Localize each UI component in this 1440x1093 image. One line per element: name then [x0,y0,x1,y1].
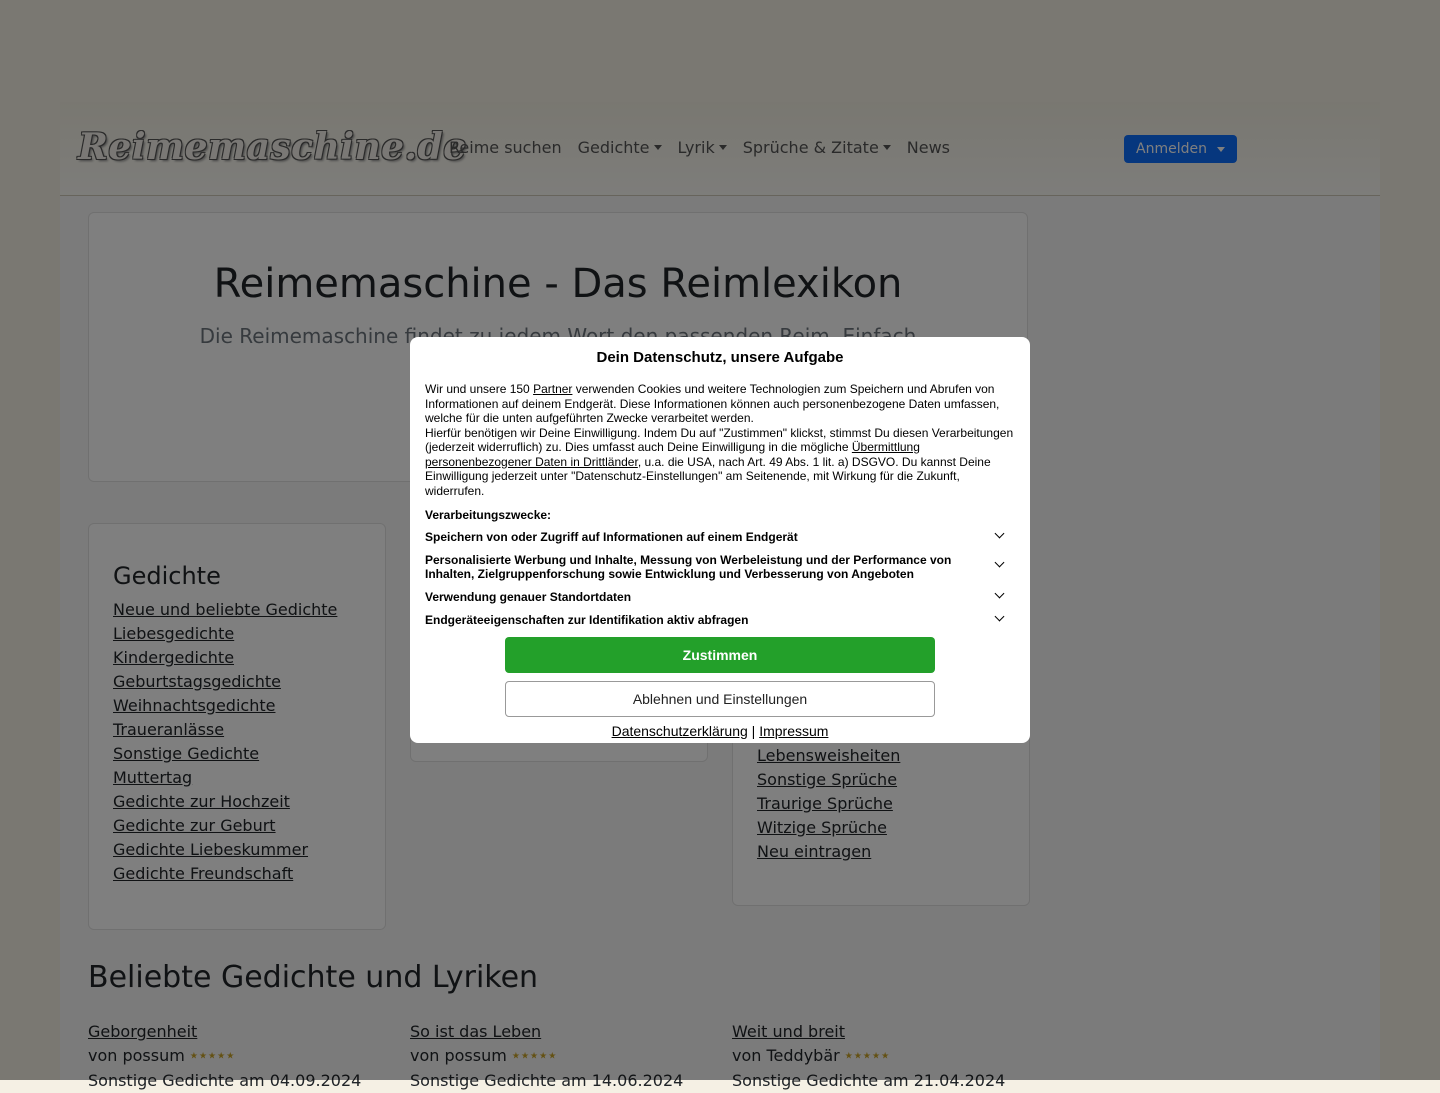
purpose-item[interactable]: Personalisierte Werbung und Inhalte, Mes… [425,553,1015,581]
purpose-item[interactable]: Endgeräteeigenschaften zur Identifikatio… [425,611,1015,627]
consent-text-2: Hierfür benötigen wir Deine Einwilligung… [425,426,1015,499]
purpose-item[interactable]: Speichern von oder Zugriff auf Informati… [425,528,1015,544]
purposes-label: Verarbeitungszwecke: [425,508,552,522]
purpose-label: Personalisierte Werbung und Inhalte, Mes… [425,553,952,581]
decline-settings-button[interactable]: Ablehnen und Einstellungen [505,681,935,717]
privacy-link[interactable]: Datenschutzerklärung [612,723,748,739]
consent-text-1: Wir und unsere 150 Partner verwenden Coo… [425,382,1015,426]
consent-title: Dein Datenschutz, unsere Aufgabe [596,349,844,366]
separator: | [751,723,756,739]
purpose-item[interactable]: Verwendung genauer Standortdaten [425,588,1015,604]
purpose-label: Endgeräteeigenschaften zur Identifikatio… [425,613,749,627]
consent-dialog: Dein Datenschutz, unsere Aufgabe Wir und… [410,337,1030,743]
partner-link[interactable]: Partner [533,382,572,396]
chevron-down-icon[interactable] [994,588,1005,599]
text: Hierfür benötigen wir Deine Einwilligung… [425,425,1014,455]
consent-footer-links: Datenschutzerklärung | Impressum [425,723,1015,739]
accept-button[interactable]: Zustimmen [505,637,935,673]
chevron-down-icon[interactable] [994,528,1005,539]
chevron-down-icon[interactable] [994,557,1005,568]
imprint-link[interactable]: Impressum [759,723,828,739]
purpose-label: Verwendung genauer Standortdaten [425,590,632,604]
chevron-down-icon[interactable] [994,611,1005,622]
purpose-label: Speichern von oder Zugriff auf Informati… [425,530,798,544]
text: Wir und unsere 150 [425,382,534,396]
